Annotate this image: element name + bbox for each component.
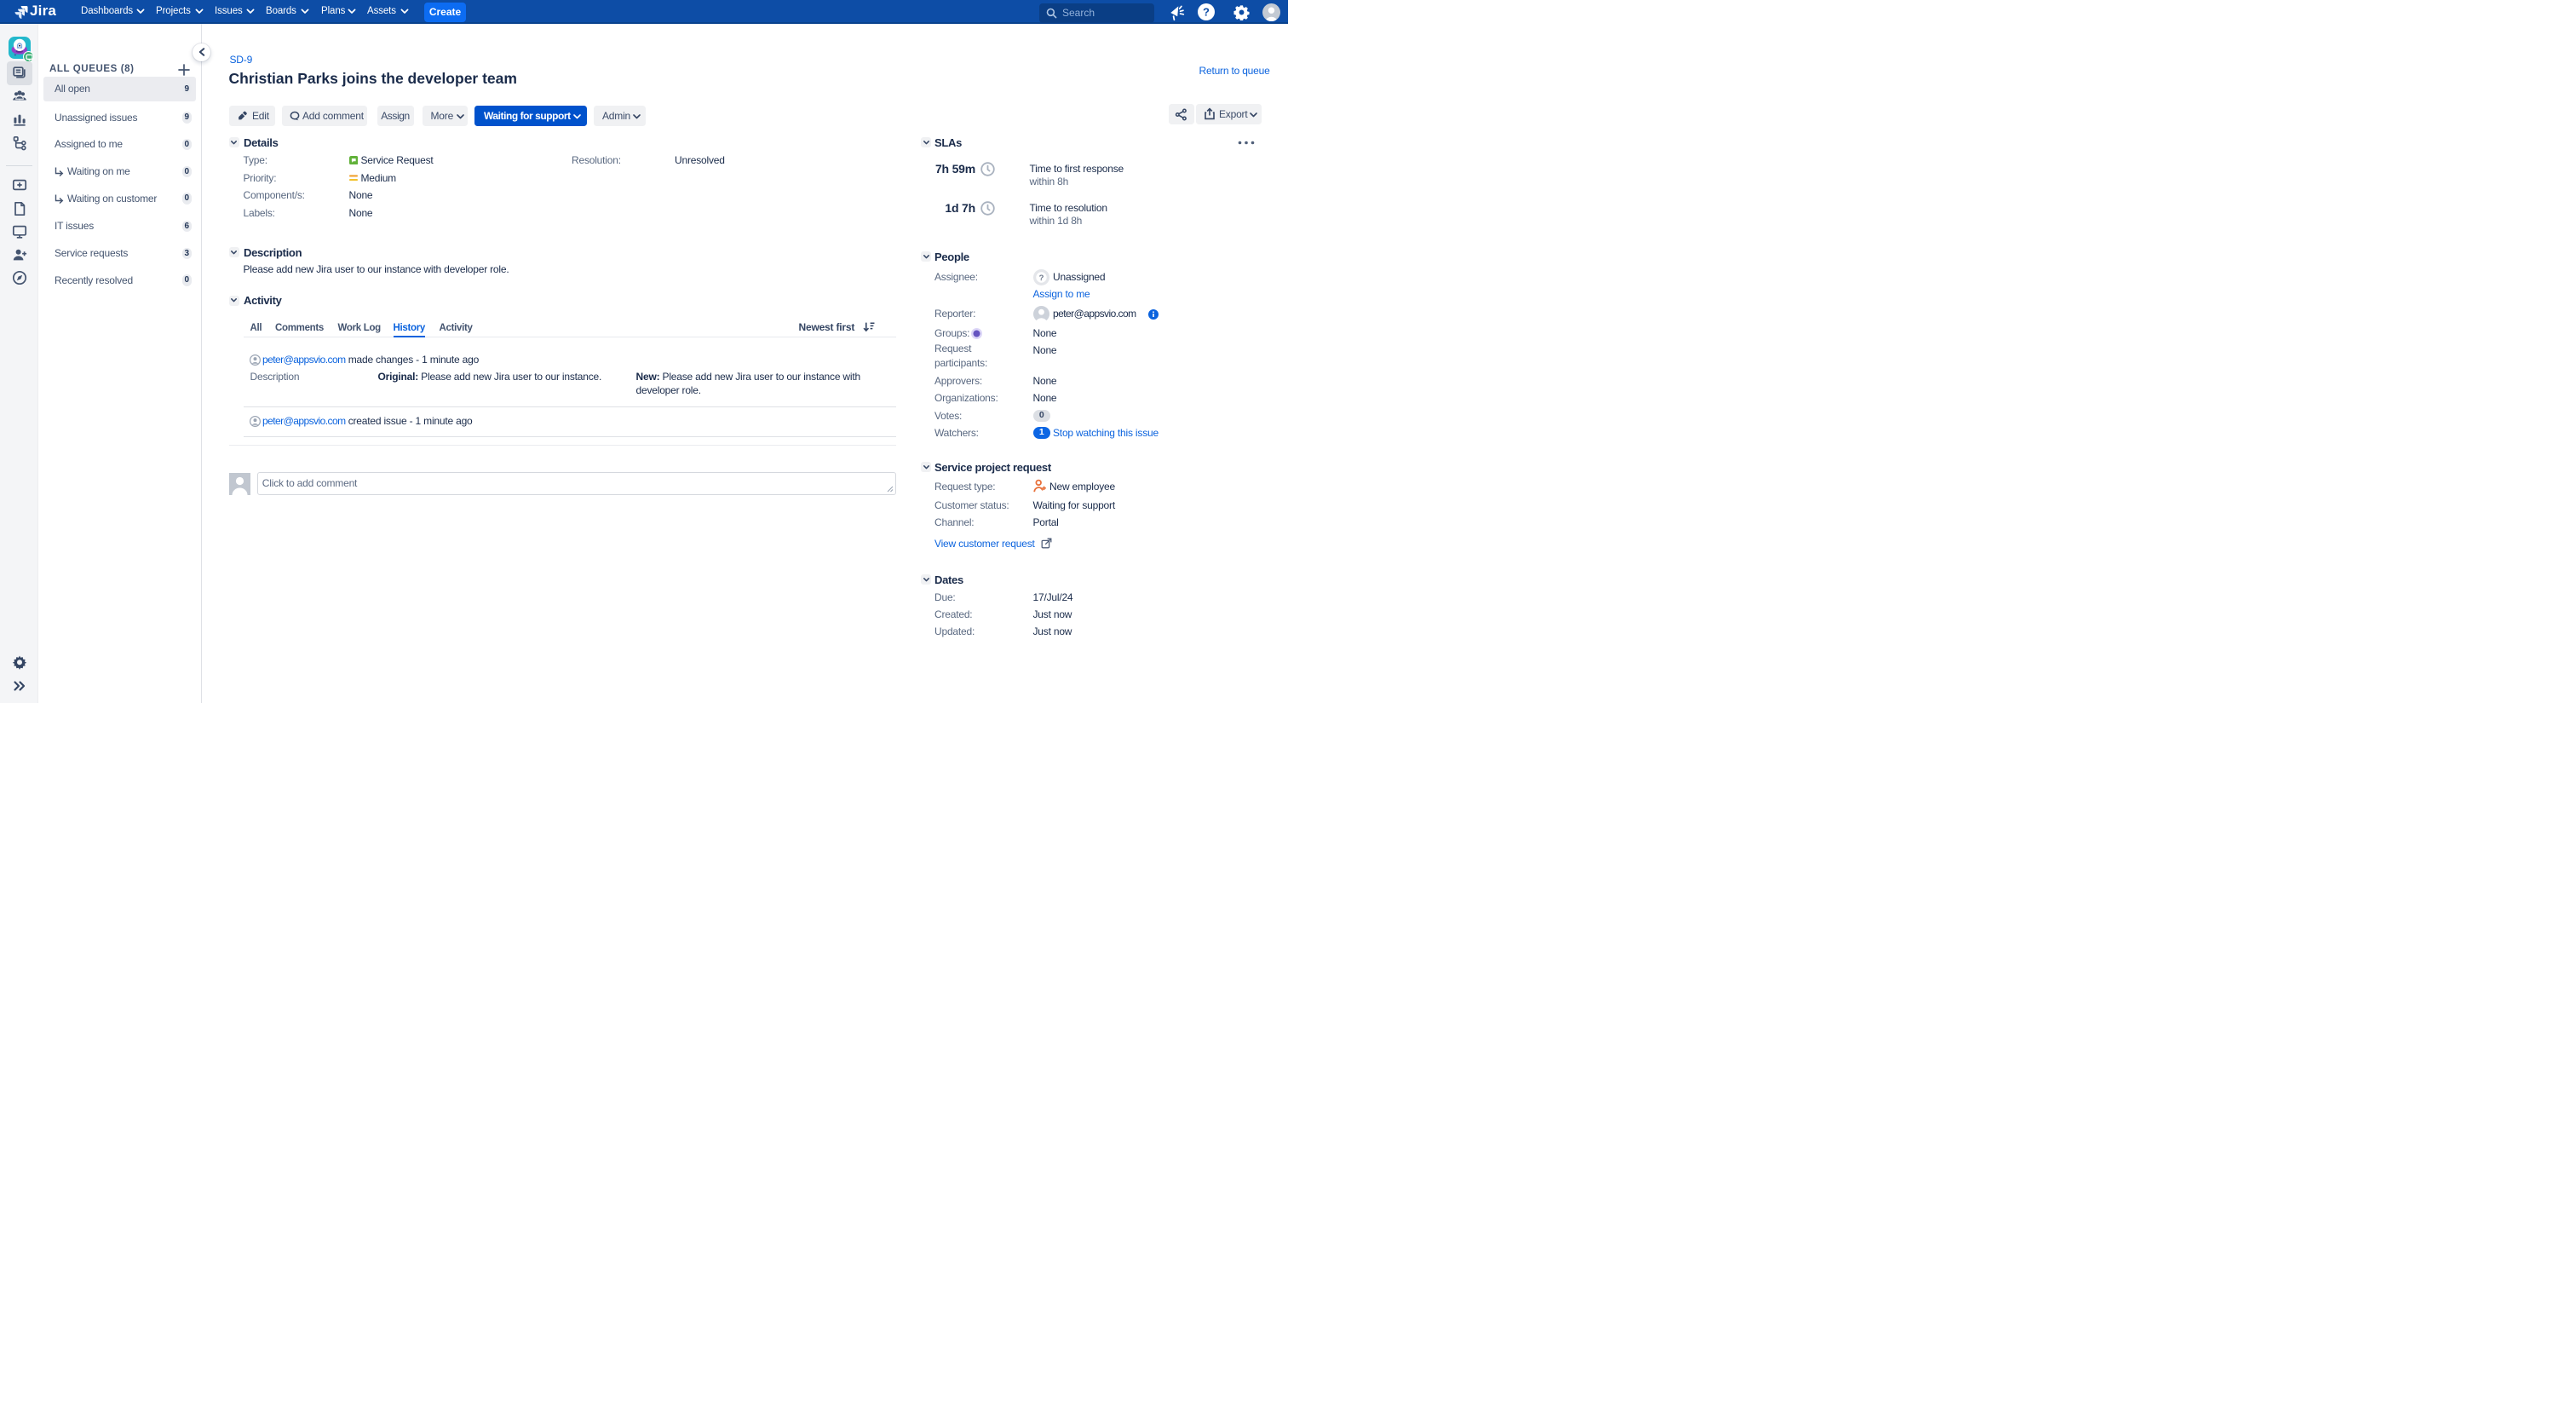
svg-text:?: ? — [1203, 6, 1210, 19]
svg-text:?: ? — [1038, 274, 1044, 283]
